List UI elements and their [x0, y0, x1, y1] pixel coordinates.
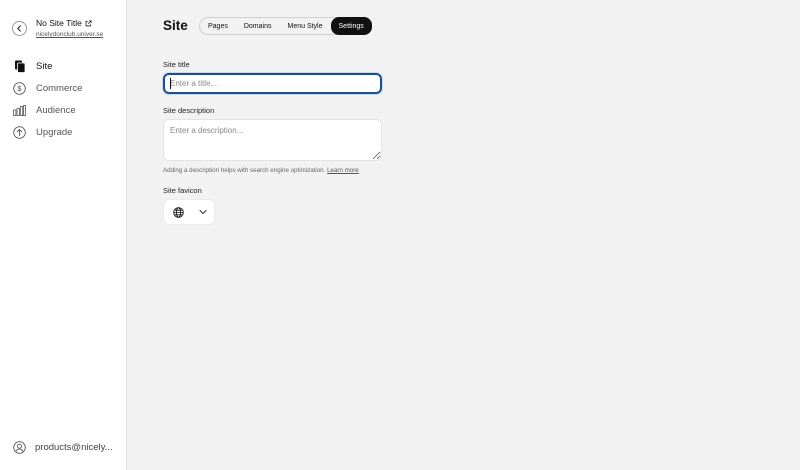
- site-description-label: Site description: [163, 106, 215, 115]
- pages-icon: [13, 60, 26, 73]
- sidebar-item-site[interactable]: Site: [0, 55, 127, 77]
- chevron-left-icon: [17, 25, 21, 32]
- site-name-text: No Site Title: [36, 18, 82, 28]
- user-avatar-icon: [13, 441, 26, 454]
- site-description-input[interactable]: [163, 119, 382, 161]
- sidebar-item-label: Site: [36, 60, 53, 72]
- learn-more-link[interactable]: Learn more: [327, 167, 359, 174]
- account-email: products@nicely...: [35, 442, 113, 453]
- globe-icon: [173, 206, 184, 218]
- main-panel: Site Pages Domains Menu Style Settings S…: [128, 0, 800, 470]
- external-link-icon[interactable]: [85, 19, 92, 27]
- account-menu[interactable]: products@nicely...: [13, 441, 113, 454]
- sidebar-item-audience[interactable]: Audience: [0, 99, 127, 121]
- tab-settings[interactable]: Settings: [330, 17, 372, 35]
- tab-bar: Pages Domains Menu Style Settings: [199, 17, 372, 35]
- bar-chart-icon: [13, 104, 26, 117]
- tab-menu-style[interactable]: Menu Style: [279, 18, 330, 34]
- tab-domains[interactable]: Domains: [236, 18, 280, 34]
- chevron-down-icon: [199, 210, 207, 214]
- sidebar-item-upgrade[interactable]: Upgrade: [0, 121, 127, 143]
- favicon-dropdown[interactable]: [163, 199, 215, 225]
- help-text: Adding a description helps with search e…: [163, 167, 326, 174]
- site-title-label: Site title: [163, 60, 190, 69]
- back-button[interactable]: [12, 21, 27, 36]
- sidebar: No Site Title nicelydonclub.univer.se Si…: [0, 0, 127, 470]
- sidebar-item-label: Audience: [36, 104, 76, 116]
- page-title: Site: [163, 18, 188, 33]
- site-title-input[interactable]: [163, 73, 382, 94]
- svg-text:$: $: [17, 84, 22, 93]
- sidebar-item-label: Commerce: [36, 82, 83, 94]
- site-favicon-label: Site favicon: [163, 186, 202, 195]
- text-caret: [170, 78, 171, 89]
- sidebar-item-commerce[interactable]: $ Commerce: [0, 77, 127, 99]
- site-name: No Site Title: [36, 18, 92, 28]
- dollar-icon: $: [13, 81, 26, 95]
- site-url-link[interactable]: nicelydonclub.univer.se: [36, 31, 103, 38]
- description-help-text: Adding a description helps with search e…: [163, 167, 359, 174]
- tab-pages[interactable]: Pages: [200, 18, 236, 34]
- sidebar-item-label: Upgrade: [36, 126, 73, 138]
- arrow-up-circle-icon: [13, 125, 26, 139]
- sidebar-nav: Site $ Commerce Audience Upgrade: [0, 55, 127, 143]
